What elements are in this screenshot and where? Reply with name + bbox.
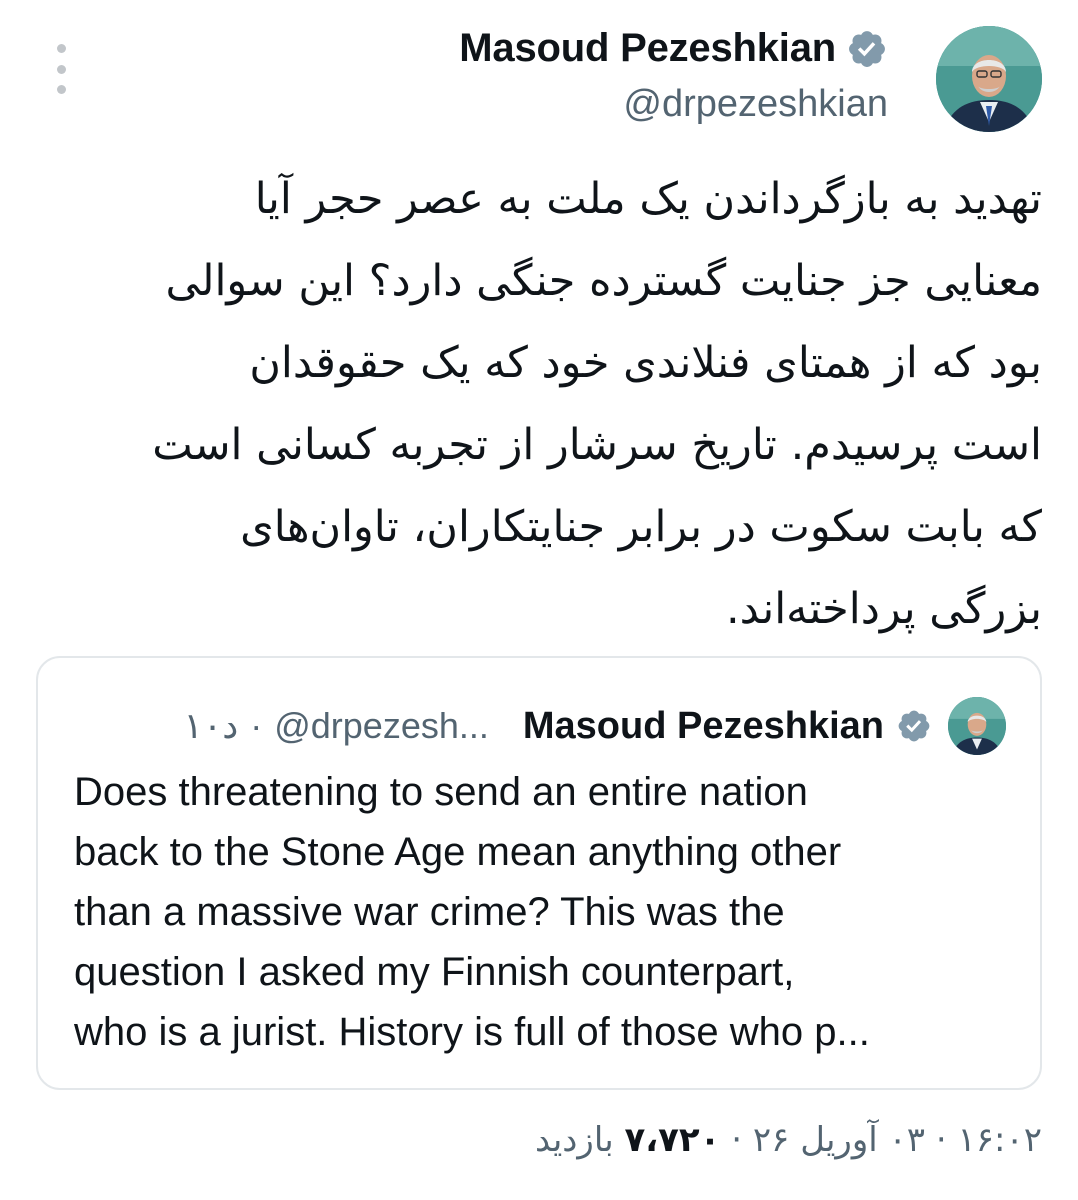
tweet-line: تهدید به بازگرداندن یک ملت به عصر حجر آی… [254, 174, 1042, 224]
meta-separator: · [935, 1120, 947, 1160]
author-handle[interactable]: @drpezeshkian [459, 83, 888, 126]
tweet-line: معنایی جز جنایت گسترده جنگی دارد؟ این سو… [165, 256, 1042, 306]
tweet-date[interactable]: ۰۳ آوریل ۲۶ [753, 1120, 925, 1160]
tweet-time[interactable]: ۱۶:۰۲ [957, 1120, 1042, 1160]
tweet-line: بزرگی پرداخته‌اند. [726, 584, 1042, 634]
quoted-tweet-avatar[interactable] [948, 697, 1006, 755]
quoted-tweet-text: Does threatening to send an entire natio… [74, 762, 1004, 1062]
quoted-tweet-line: question I asked my Finnish counterpart, [74, 950, 795, 994]
author-name-row: Masoud Pezeshkian [459, 26, 888, 71]
quoted-tweet-card[interactable]: ۱۰د · @drpezesh... Masoud Pezeshkian Doe… [36, 656, 1042, 1090]
tweet-text: تهدید به بازگرداندن یک ملت به عصر حجر آی… [40, 158, 1042, 650]
quoted-tweet-line: than a massive war crime? This was the [74, 890, 785, 934]
author-name[interactable]: Masoud Pezeshkian [459, 26, 836, 71]
views-count: ۷،۷۲۰ [624, 1120, 721, 1160]
quoted-tweet-line: Does threatening to send an entire natio… [74, 770, 808, 814]
quoted-tweet-header: ۱۰د · @drpezesh... Masoud Pezeshkian [72, 697, 1006, 755]
quoted-tweet-handle[interactable]: @drpezesh... [274, 705, 489, 747]
tweet-line: بود که از همتای فنلاندی خود که یک حقوقدا… [249, 338, 1042, 388]
quoted-tweet-line: who is a jurist. History is full of thos… [74, 1010, 870, 1054]
quoted-tweet-age: ۱۰د [183, 705, 239, 746]
author-avatar[interactable] [936, 26, 1042, 132]
author-block[interactable]: Masoud Pezeshkian @drpezeshkian [459, 26, 888, 126]
quoted-tweet-author-name[interactable]: Masoud Pezeshkian [523, 705, 884, 748]
meta-separator: · [731, 1120, 743, 1160]
tweet-meta: ۱۶:۰۲ · ۰۳ آوریل ۲۶ · ۷،۷۲۰ بازدید [535, 1120, 1042, 1160]
views-label: بازدید [534, 1120, 614, 1160]
avatar-portrait [948, 697, 1006, 755]
tweet-line: که بابت سکوت در برابر جنایتکاران، تاوان‌… [240, 502, 1042, 552]
quoted-tweet-line: back to the Stone Age mean anything othe… [74, 830, 842, 874]
verified-badge-icon [898, 710, 930, 742]
tweet-line: است پرسیدم. تاریخ سرشار از تجربه کسانی ا… [152, 420, 1042, 470]
avatar-portrait [936, 26, 1042, 132]
verified-badge-icon [849, 30, 885, 67]
quoted-tweet-separator: · [250, 705, 263, 746]
more-options-icon[interactable] [48, 44, 74, 94]
tweet-screen: Masoud Pezeshkian @drpezeshkian تهدید به… [0, 0, 1078, 1200]
